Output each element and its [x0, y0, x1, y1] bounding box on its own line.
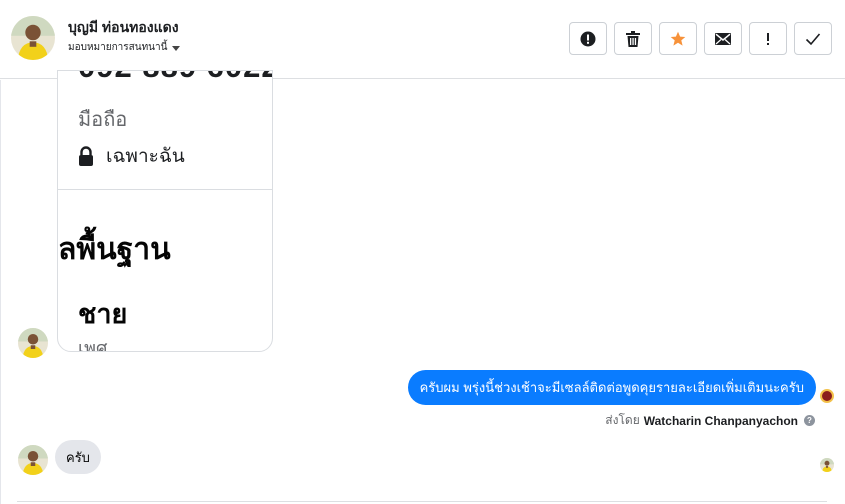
privacy-label: เฉพาะฉัน: [106, 146, 185, 167]
assign-conversation-label: มอบหมายการสนทนานี้: [68, 42, 168, 53]
delete-button[interactable]: [614, 22, 652, 55]
help-icon[interactable]: ?: [804, 415, 815, 426]
alert-circle-icon: [580, 31, 596, 46]
read-receipt-avatar: [820, 458, 834, 472]
privacy-setting: เฉพาะฉัน: [78, 141, 185, 171]
contact-name[interactable]: บุญมี ท่อนทองแดง: [68, 17, 179, 39]
contact-phone: 092 889 6022: [78, 71, 272, 85]
conversation-header: บุญมี ท่อนทองแดง มอบหมายการสนทนานี้: [0, 0, 845, 79]
contact-avatar-small: [18, 328, 48, 358]
mark-important-button[interactable]: [749, 22, 787, 55]
star-button[interactable]: [659, 22, 697, 55]
mark-spam-button[interactable]: [569, 22, 607, 55]
message-thread: 092 889 6022 มือถือ เฉพาะฉัน ลพื้นฐาน ชา…: [0, 70, 845, 504]
caret-down-icon: [172, 45, 181, 51]
incoming-message[interactable]: ครับ: [55, 440, 101, 474]
conversation-toolbar: [569, 22, 832, 55]
gender-value: ชาย: [78, 299, 128, 329]
sent-by-info: ส่งโดย Watcharin Chanpanyachon ?: [605, 411, 815, 430]
phone-type-label: มือถือ: [78, 109, 128, 131]
composer-divider: [17, 501, 827, 502]
basic-info-heading: ลพื้นฐาน: [58, 233, 171, 266]
lock-icon: [79, 146, 93, 166]
outgoing-message[interactable]: ครับผม พรุ่งนี้ช่วงเช้าจะมีเซลล์ติดต่อพู…: [407, 370, 816, 405]
assign-conversation-dropdown[interactable]: มอบหมายการสนทนานี้: [68, 40, 181, 55]
card-divider: [58, 189, 272, 190]
contact-avatar-small: [18, 445, 48, 475]
exclamation-icon: [767, 32, 769, 45]
mark-done-button[interactable]: [794, 22, 832, 55]
gender-label: เพศ: [78, 338, 108, 352]
sent-by-name[interactable]: Watcharin Chanpanyachon: [644, 414, 798, 428]
trash-icon: [626, 30, 640, 47]
envelope-icon: [715, 32, 731, 45]
contact-avatar[interactable]: [11, 16, 55, 60]
contact-info-card[interactable]: 092 889 6022 มือถือ เฉพาะฉัน ลพื้นฐาน ชา…: [57, 70, 273, 352]
star-icon: [670, 31, 686, 46]
mark-unread-button[interactable]: [704, 22, 742, 55]
sent-by-prefix: ส่งโดย: [605, 413, 640, 427]
page-seen-avatar: [820, 389, 834, 403]
check-icon: [805, 32, 821, 45]
